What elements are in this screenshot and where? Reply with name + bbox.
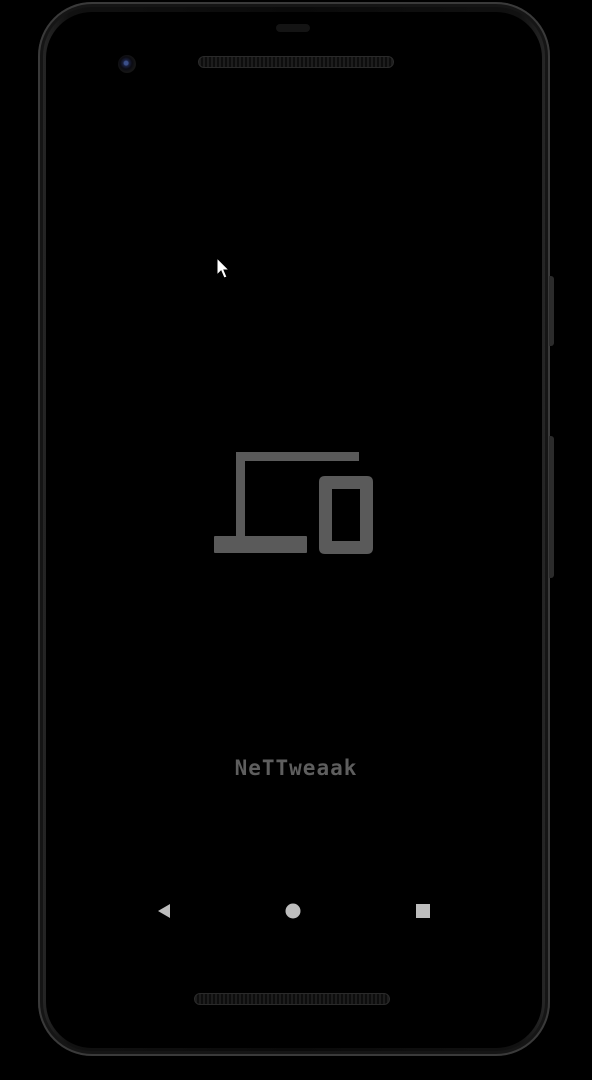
front-camera xyxy=(118,55,136,73)
volume-button[interactable] xyxy=(549,436,554,578)
power-button[interactable] xyxy=(549,276,554,346)
devices-icon xyxy=(214,452,373,554)
device-stage: NeTTweaak xyxy=(0,0,592,1080)
app-name-label: NeTTweaak xyxy=(234,756,358,780)
home-circle-icon[interactable] xyxy=(283,901,303,921)
top-sensor-slit xyxy=(276,24,310,32)
mouse-cursor-icon xyxy=(216,257,231,279)
bottom-speaker xyxy=(194,993,390,1005)
earpiece-speaker xyxy=(198,56,394,68)
back-triangle-icon[interactable] xyxy=(154,901,174,921)
recents-square-icon[interactable] xyxy=(413,901,433,921)
